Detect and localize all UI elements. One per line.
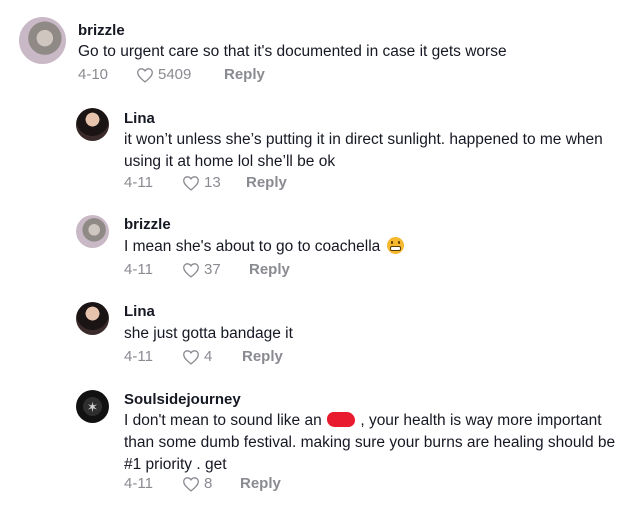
like-count: 5409 (158, 66, 192, 83)
comment-date: 4-11 (124, 475, 153, 492)
comment-meta: 4-11 13 Reply (124, 174, 287, 191)
reply-button[interactable]: Reply (240, 475, 281, 492)
reply-button[interactable]: Reply (249, 261, 290, 278)
comment-meta: 4-11 4 Reply (124, 348, 283, 365)
like-button[interactable]: 4 (182, 348, 242, 365)
comment-meta: 4-11 37 Reply (124, 261, 290, 278)
avatar-brizzle[interactable] (76, 215, 109, 248)
avatar-brizzle[interactable] (19, 17, 66, 64)
comment-text: I don't mean to sound like an , your hea… (124, 410, 620, 476)
reply-button[interactable]: Reply (242, 348, 283, 365)
reply-button[interactable]: Reply (246, 174, 287, 191)
comment-author[interactable]: brizzle (78, 22, 125, 39)
like-count: 13 (204, 174, 221, 191)
sparkle-icon: ✶ (86, 398, 99, 415)
heart-icon (183, 349, 199, 365)
grimacing-face-icon (386, 237, 404, 254)
comment-text-body: I mean she's about to go to coachella (124, 238, 381, 255)
like-button[interactable]: 13 (182, 174, 246, 191)
like-button[interactable]: 5409 (136, 66, 224, 83)
like-count: 4 (204, 348, 213, 365)
comment-date: 4-11 (124, 261, 153, 278)
like-count: 37 (204, 261, 221, 278)
comment-date: 4-11 (124, 348, 153, 365)
comment-date: 4-10 (78, 66, 109, 83)
like-count: 8 (204, 475, 213, 492)
comment-date: 4-11 (124, 174, 153, 191)
censor-mark (327, 412, 356, 427)
comment-meta: 4-10 5409 Reply (78, 66, 265, 83)
comment-meta: 4-11 8 Reply (124, 475, 281, 492)
heart-icon (137, 67, 153, 83)
comment-author[interactable]: Soulsidejourney (124, 391, 241, 408)
avatar-soulsidejourney[interactable]: ✶ (76, 390, 109, 423)
reply-button[interactable]: Reply (224, 66, 265, 83)
avatar-lina[interactable] (76, 108, 109, 141)
like-button[interactable]: 8 (182, 475, 240, 492)
comment-text: Go to urgent care so that it's documente… (78, 43, 507, 60)
like-button[interactable]: 37 (182, 261, 249, 278)
heart-icon (183, 262, 199, 278)
comment-author[interactable]: brizzle (124, 216, 171, 233)
comment-author[interactable]: Lina (124, 110, 155, 127)
heart-icon (183, 476, 199, 492)
avatar-lina[interactable] (76, 302, 109, 335)
comment-text-part-1: I don't mean to sound like an (124, 412, 322, 429)
comment-text: I mean she's about to go to coachella (124, 236, 604, 258)
heart-icon (183, 175, 199, 191)
comment-text: she just gotta bandage it (124, 325, 293, 342)
comment-text: it won’t unless she’s putting it in dire… (124, 131, 603, 170)
comment-author[interactable]: Lina (124, 303, 155, 320)
